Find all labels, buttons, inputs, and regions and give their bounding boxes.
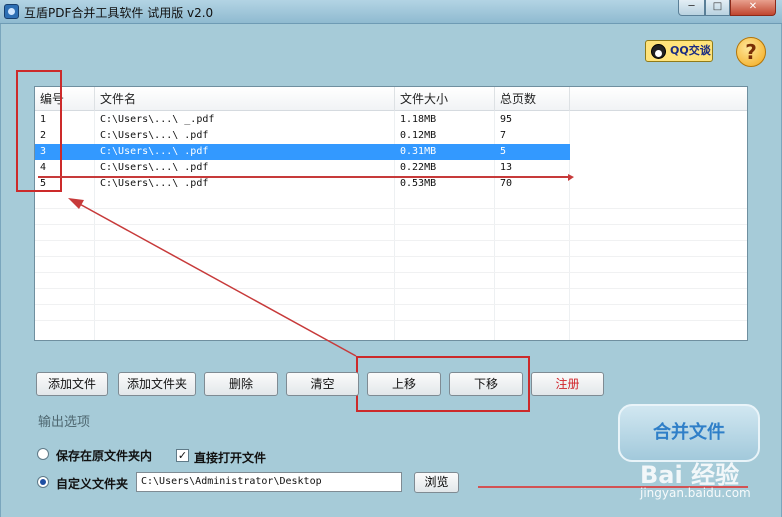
table-row[interactable]: 4 C:\Users\...\ .pdf 0.22MB 13: [35, 160, 570, 176]
row-filesize: 1.18MB: [400, 114, 437, 125]
row-pages: 5: [500, 146, 507, 157]
row-filename: C:\Users\...\ .pdf: [100, 162, 209, 173]
baidu-watermark-url: jingyan.baidu.com: [640, 486, 751, 500]
grid-line: [35, 320, 747, 321]
annotation-underline: [38, 176, 569, 178]
row-filesize: 0.12MB: [400, 130, 437, 141]
clear-button[interactable]: 清空: [286, 372, 359, 396]
merge-files-button[interactable]: 合并文件: [618, 404, 760, 462]
grid-line: [35, 272, 747, 273]
file-list[interactable]: 编号 文件名 文件大小 总页数 1 C:\Users\...\ _.pdf 1.…: [34, 86, 748, 341]
option-custom-folder-label[interactable]: 自定义文件夹: [56, 475, 128, 492]
grid-line: [35, 208, 747, 209]
radio-original-folder[interactable]: [37, 448, 49, 460]
help-button[interactable]: ?: [736, 37, 766, 67]
move-down-button[interactable]: 下移: [449, 372, 523, 396]
move-up-button[interactable]: 上移: [367, 372, 441, 396]
open-directly-checkbox[interactable]: ✓: [176, 449, 189, 462]
qq-chat-button[interactable]: QQ交谈: [645, 40, 713, 62]
row-filename: C:\Users\...\ .pdf: [100, 178, 209, 189]
browse-button[interactable]: 浏览: [414, 472, 459, 493]
col-head-pages[interactable]: 总页数: [495, 87, 570, 111]
close-button[interactable]: ✕: [730, 0, 776, 16]
grid-line: [35, 288, 747, 289]
qq-penguin-icon: [651, 44, 666, 59]
table-row[interactable]: 5 C:\Users\...\ .pdf 0.53MB 70: [35, 176, 570, 192]
col-head-filename[interactable]: 文件名: [95, 87, 395, 111]
grid-line: [35, 240, 747, 241]
grid-line: [35, 256, 747, 257]
grid-line: [35, 304, 747, 305]
row-pages: 7: [500, 130, 507, 141]
maximize-button[interactable]: □: [705, 0, 730, 16]
baidu-watermark: Bai 经验: [640, 461, 740, 489]
minimize-button[interactable]: ─: [678, 0, 705, 16]
row-filesize: 0.31MB: [400, 146, 437, 157]
qq-chat-label: QQ交谈: [670, 44, 711, 57]
delete-button[interactable]: 删除: [204, 372, 278, 396]
row-filename: C:\Users\...\ .pdf: [100, 130, 209, 141]
row-pages: 70: [500, 178, 513, 189]
table-row[interactable]: 2 C:\Users\...\ .pdf 0.12MB 7: [35, 128, 570, 144]
row-filename: C:\Users\...\ .pdf: [100, 146, 209, 157]
open-directly-label[interactable]: 直接打开文件: [194, 449, 266, 466]
row-pages: 95: [500, 114, 513, 125]
custom-folder-path-input[interactable]: C:\Users\Administrator\Desktop: [136, 472, 402, 492]
option-original-folder-label[interactable]: 保存在原文件夹内: [56, 447, 152, 464]
title-bar: 互盾PDF合并工具软件 试用版 v2.0 ─ □ ✕: [0, 0, 782, 24]
window-title: 互盾PDF合并工具软件 试用版 v2.0: [24, 6, 214, 20]
row-filesize: 0.22MB: [400, 162, 437, 173]
table-row-selected[interactable]: 3 C:\Users\...\ .pdf 0.31MB 5: [35, 144, 570, 160]
row-filesize: 0.53MB: [400, 178, 437, 189]
app-icon: [4, 4, 19, 19]
row-pages: 13: [500, 162, 513, 173]
radio-custom-folder[interactable]: [37, 476, 49, 488]
grid-line: [35, 224, 747, 225]
add-file-button[interactable]: 添加文件: [36, 372, 108, 396]
annotation-box-id-column: [16, 70, 62, 192]
add-folder-button[interactable]: 添加文件夹: [118, 372, 196, 396]
col-head-filesize[interactable]: 文件大小: [395, 87, 495, 111]
row-filename: C:\Users\...\ _.pdf: [100, 114, 215, 125]
register-button[interactable]: 注册: [531, 372, 604, 396]
table-row[interactable]: 1 C:\Users\...\ _.pdf 1.18MB 95: [35, 112, 570, 128]
output-options-label: 输出选项: [38, 415, 91, 430]
list-header: 编号 文件名 文件大小 总页数: [35, 87, 747, 111]
